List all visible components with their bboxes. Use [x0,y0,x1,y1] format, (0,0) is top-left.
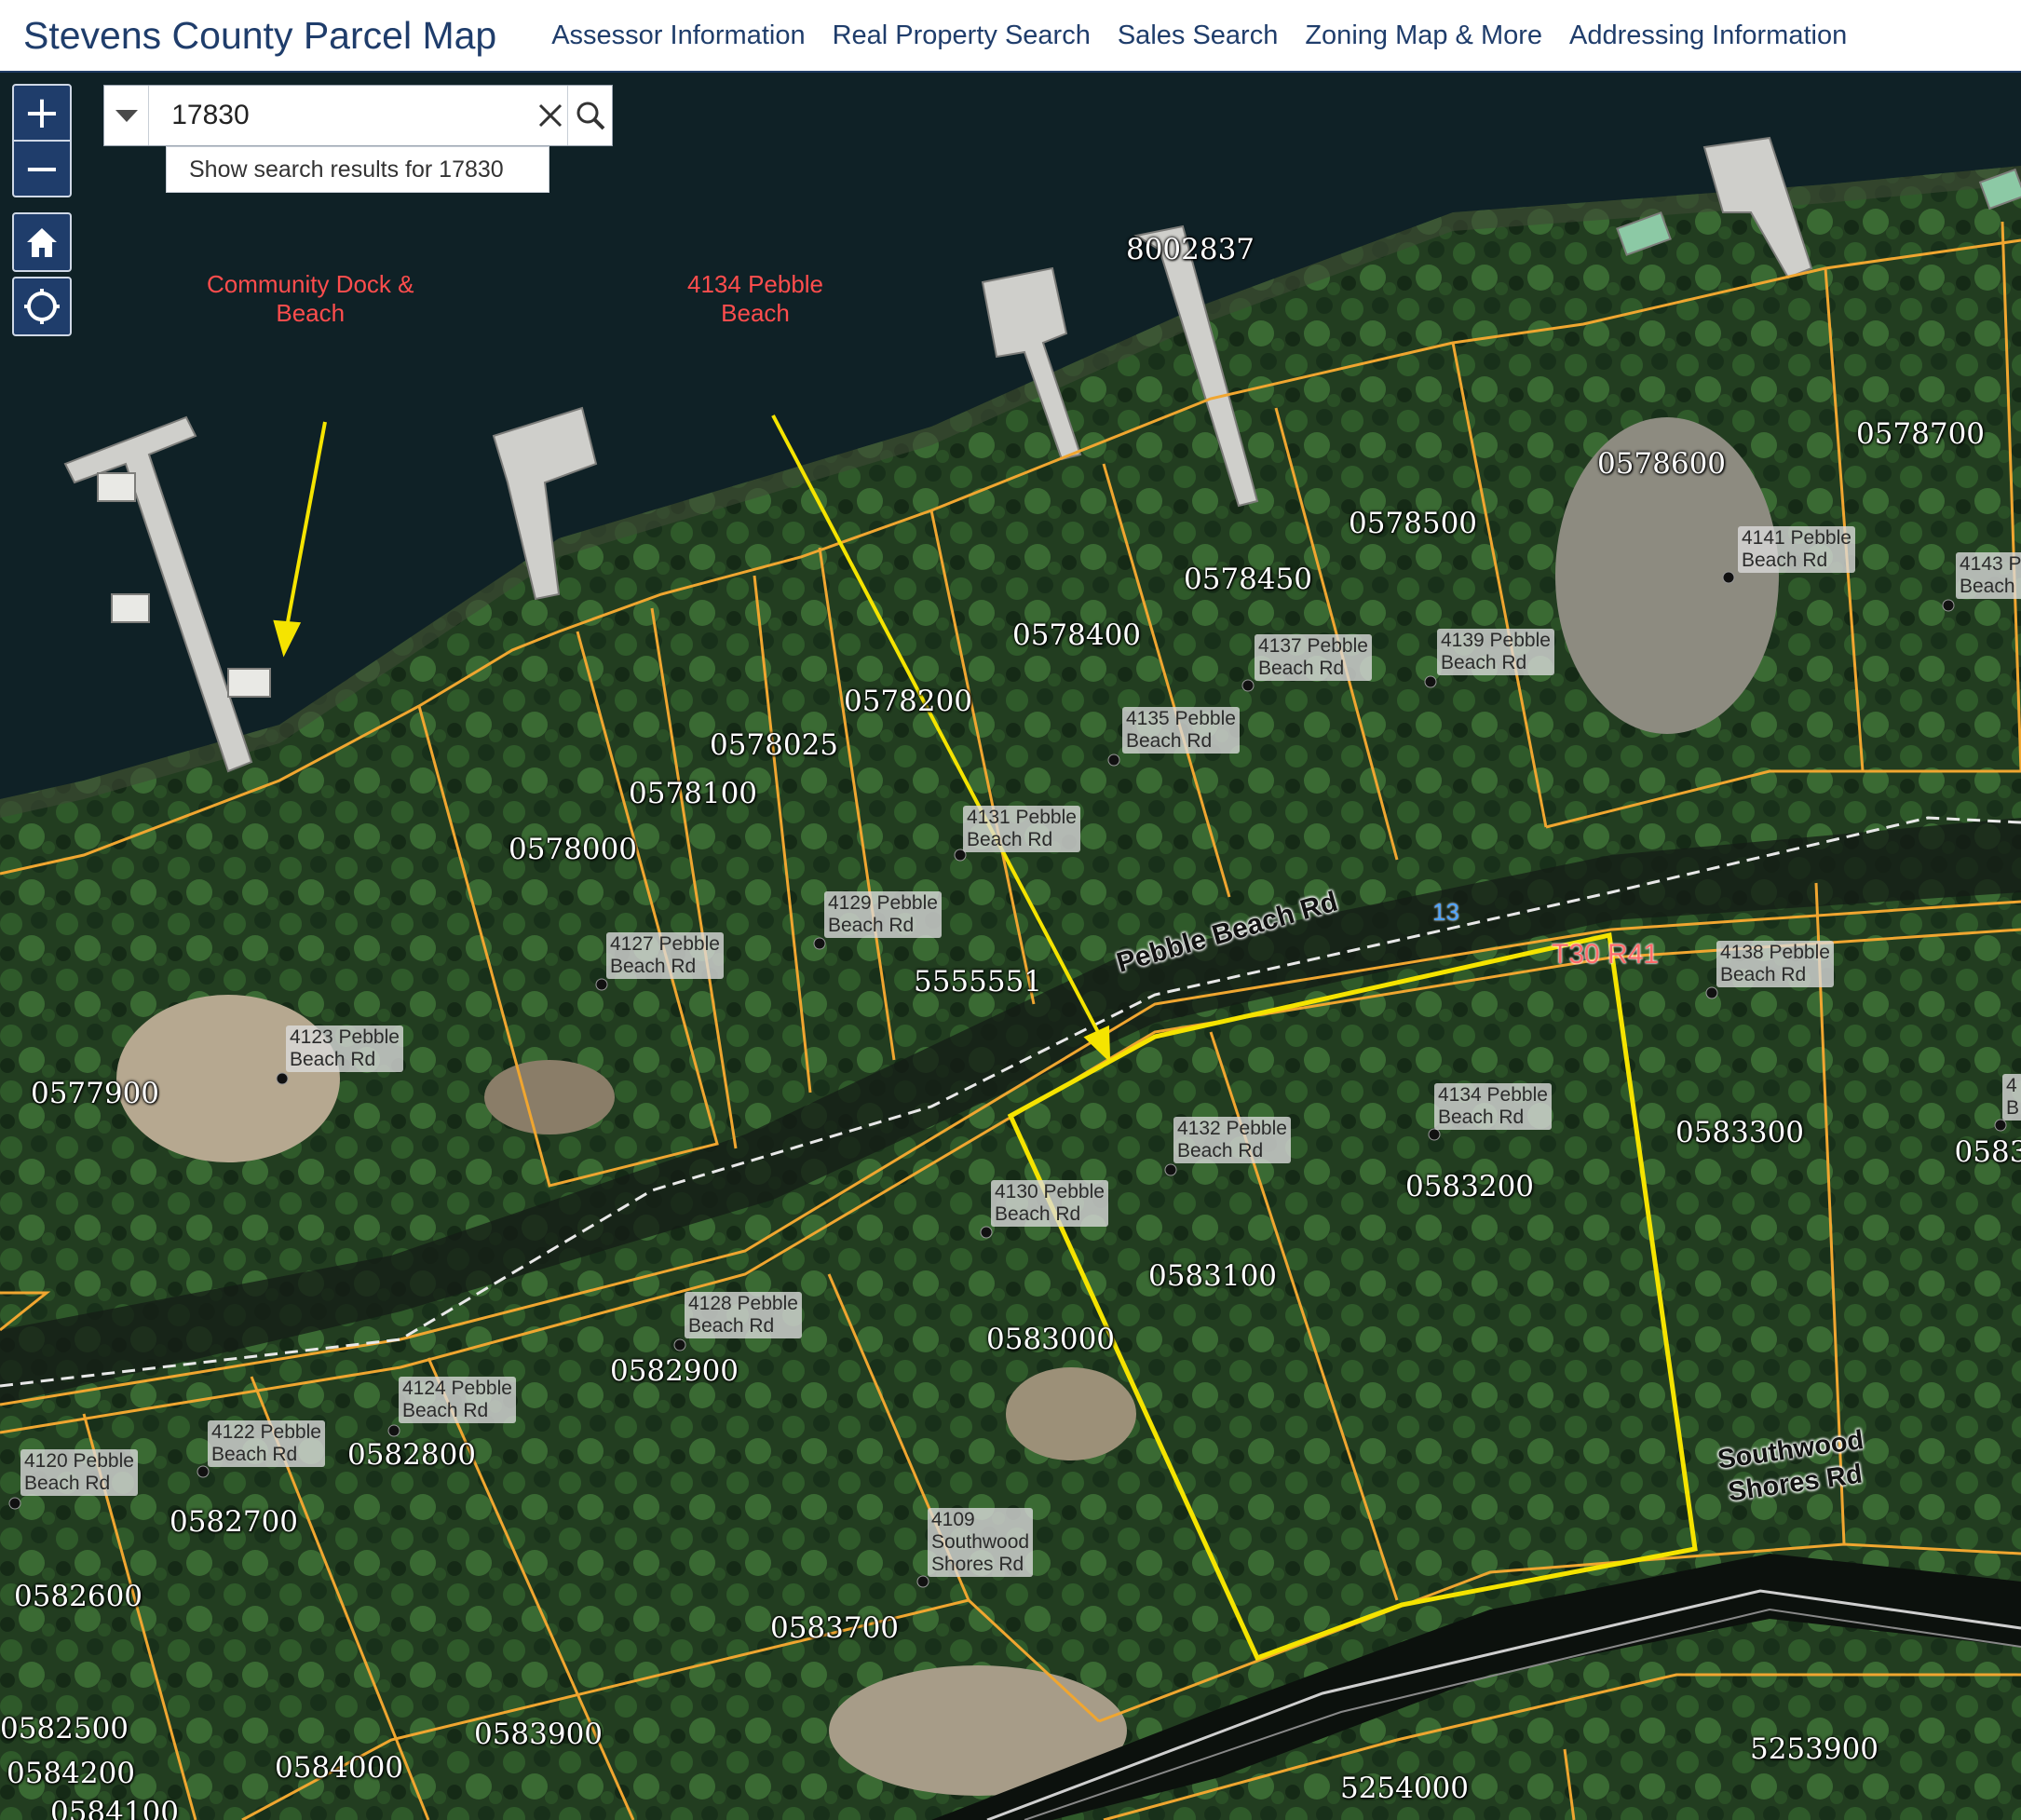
address-label: 4132 Pebble Beach Rd [1173,1117,1291,1163]
address-label: 4134 Pebble Beach Rd [1434,1083,1552,1130]
address-label: 4 B [2002,1074,2021,1121]
search-button[interactable] [567,86,612,145]
address-point[interactable] [9,1498,20,1509]
nav-zoning-map[interactable]: Zoning Map & More [1305,20,1542,51]
header-bar: Stevens County Parcel Map Assessor Infor… [0,0,2021,73]
address-label: 4129 Pebble Beach Rd [824,891,942,938]
address-point[interactable] [981,1227,992,1238]
parcel-number: 0578450 [1183,563,1313,596]
address-point[interactable] [1242,680,1254,691]
township-range-label: T30 R41 [1552,939,1660,970]
parcel-number: 0583000 [985,1323,1116,1356]
parcel-number: 0583300 [1675,1116,1805,1149]
zoom-controls: + − [12,84,72,197]
address-point[interactable] [1165,1164,1176,1175]
clear-search-button[interactable] [533,86,567,145]
app-title[interactable]: Stevens County Parcel Map [23,14,496,58]
home-button[interactable] [12,212,72,272]
parcel-number: 0578600 [1596,447,1727,481]
search-suggestion[interactable]: Show search results for 17830 [166,146,549,193]
parcel-number: 0582900 [609,1354,739,1388]
address-label: 4128 Pebble Beach Rd [685,1292,802,1338]
address-point[interactable] [596,979,607,990]
search-widget [103,85,613,146]
parcel-number: 0583 [1954,1135,2021,1169]
parcel-number: 0584000 [274,1751,404,1785]
parcel-number: 5254000 [1339,1772,1470,1805]
parcel-number: 0584100 [49,1796,180,1820]
zoom-out-button[interactable]: − [14,142,70,196]
nav-sales-search[interactable]: Sales Search [1118,20,1279,51]
address-label: 4109 Southwood Shores Rd [928,1508,1034,1577]
parcel-number: 0578100 [628,777,758,810]
address-point[interactable] [1429,1129,1440,1140]
address-point[interactable] [1995,1120,2006,1131]
search-input[interactable] [149,86,534,145]
parcel-number: 0578500 [1348,507,1478,540]
parcel-number: 0577900 [30,1077,160,1110]
address-label: 4139 Pebble Beach Rd [1437,629,1554,675]
address-label: 4130 Pebble Beach Rd [991,1180,1108,1227]
parcel-number: 0578200 [843,685,973,718]
parcel-number: 0584200 [6,1757,136,1790]
parcel-number: 5555551 [913,965,1043,998]
section-number-label: 13 [1432,898,1459,926]
home-icon [27,228,57,257]
address-point[interactable] [1108,754,1119,766]
address-label: 4131 Pebble Beach Rd [963,806,1080,852]
nav-addressing-information[interactable]: Addressing Information [1569,20,1847,51]
address-point[interactable] [388,1425,400,1436]
parcel-number: 0583100 [1147,1259,1278,1293]
address-label: 4122 Pebble Beach Rd [208,1420,325,1467]
parcel-number: 0582600 [13,1580,143,1613]
address-point[interactable] [917,1576,929,1587]
address-label: 4143 P Beach [1956,552,2021,599]
address-label: 4120 Pebble Beach Rd [20,1449,138,1496]
search-icon [576,102,605,130]
zoom-in-button[interactable]: + [14,86,70,142]
chevron-down-icon [115,110,138,122]
parcel-number: 0583200 [1404,1170,1535,1203]
annotation-4134-pebble-beach: 4134 Pebble Beach [687,270,824,327]
locate-button[interactable] [12,277,72,336]
parcel-number: 0582800 [346,1438,477,1472]
address-point[interactable] [277,1073,288,1084]
parcel-number: 0578700 [1855,417,1986,451]
parcel-number: 0578000 [508,833,638,866]
address-label: 4138 Pebble Beach Rd [1716,941,1834,987]
nav-assessor-information[interactable]: Assessor Information [551,20,805,51]
address-label: 4137 Pebble Beach Rd [1255,634,1372,681]
address-point[interactable] [814,938,825,949]
close-icon [538,103,562,128]
address-point[interactable] [1943,600,1954,611]
parcel-number: 0583900 [473,1718,604,1751]
parcel-number: 5253900 [1749,1732,1879,1766]
address-point[interactable] [1706,987,1717,998]
address-point[interactable] [674,1339,685,1351]
address-point[interactable] [1425,676,1436,687]
parcel-number: 0578025 [709,728,839,762]
annotation-community-dock: Community Dock & Beach [207,270,414,327]
address-label: 4124 Pebble Beach Rd [399,1377,516,1423]
address-point[interactable] [197,1466,209,1477]
search-source-dropdown[interactable] [104,86,150,145]
parcel-number: 8002837 [1125,233,1255,266]
map-view[interactable]: 8002837 0578700 0578600 0578500 0578450 … [0,73,2021,1820]
locate-icon [24,289,60,324]
parcel-number: 0582700 [169,1505,299,1539]
parcel-number: 0578400 [1011,618,1142,652]
address-point[interactable] [1723,572,1734,583]
address-label: 4141 Pebble Beach Rd [1738,526,1855,573]
address-label: 4135 Pebble Beach Rd [1122,707,1240,754]
address-label: 4127 Pebble Beach Rd [606,932,724,979]
parcel-number: 0583700 [769,1611,900,1645]
nav-real-property-search[interactable]: Real Property Search [833,20,1091,51]
address-label: 4123 Pebble Beach Rd [286,1025,403,1072]
parcel-number: 0582500 [0,1712,129,1745]
